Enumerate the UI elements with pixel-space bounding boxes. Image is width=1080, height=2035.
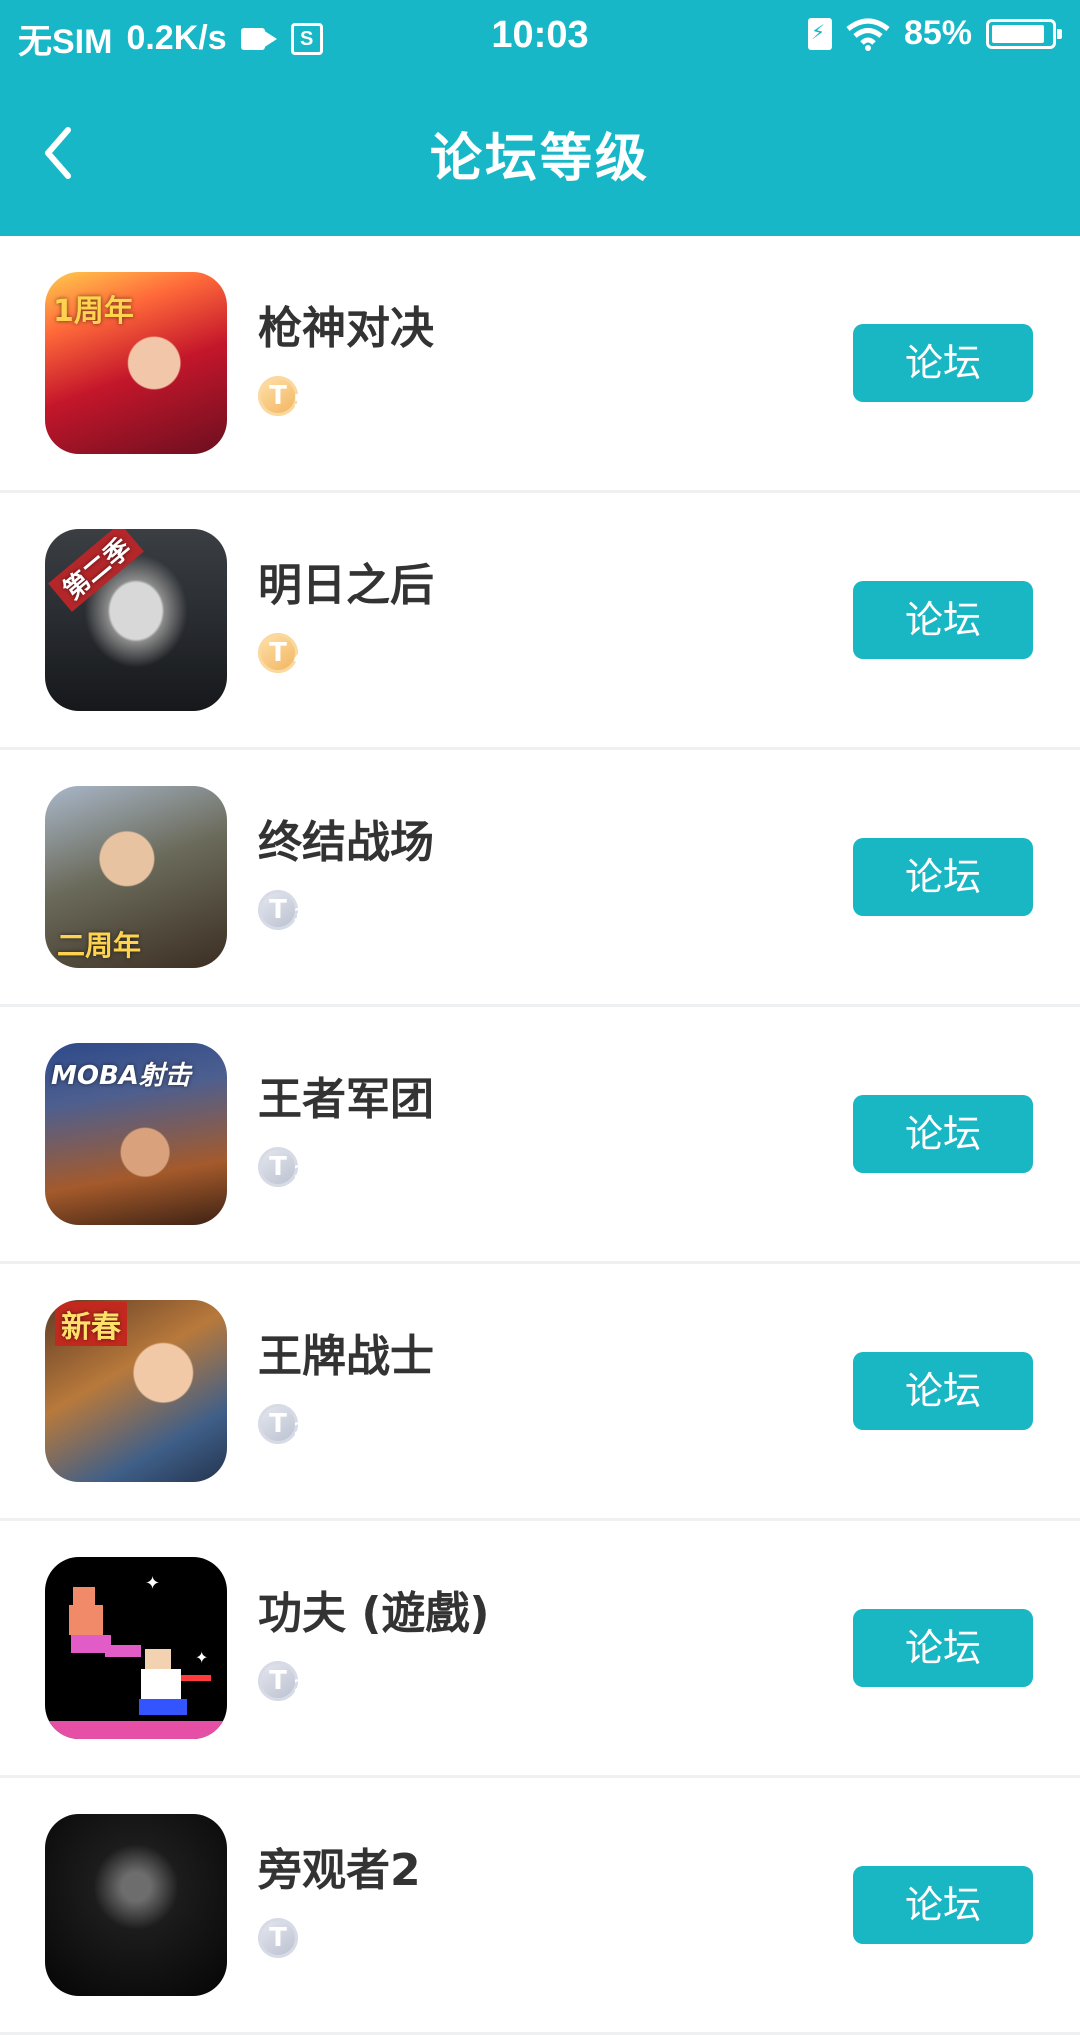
level-badge: T2 [258,1661,306,1701]
forum-button[interactable]: 论坛 [853,581,1033,659]
list-item: MOBA射击 王者军团 T2 论坛 [0,1007,1080,1264]
battery-icon [986,18,1062,49]
page-title: 论坛等级 [429,129,650,189]
battery-percent: 85% [903,14,972,52]
forum-button[interactable]: 论坛 [853,1609,1033,1687]
game-icon[interactable] [45,1814,227,1996]
icon-label: 1周年 [53,294,134,329]
level-badge: T2 [258,1147,306,1187]
list-item: ✦ ✦ 功夫 (遊戲) T2 论坛 [0,1521,1080,1778]
svg-text:✦: ✦ [145,1573,160,1594]
icon-label: 二周年 [57,929,142,962]
game-name: 终结战场 [258,817,434,868]
list-item: 1周年 枪神对决 T5 论坛 [0,236,1080,493]
game-name: 明日之后 [258,560,434,611]
forum-button[interactable]: 论坛 [853,1352,1033,1430]
forum-button[interactable]: 论坛 [853,838,1033,916]
level-badge: T3 [258,890,306,930]
status-bar: 无SIM 0.2K/s S 10:03 85% [0,0,1080,70]
level-badge: T4 [258,633,306,673]
game-icon[interactable]: 第二季 [45,529,227,711]
game-icon[interactable]: 1周年 [45,272,227,454]
list-item: 二周年 终结战场 T3 论坛 [0,750,1080,1007]
forum-button[interactable]: 论坛 [853,1866,1033,1944]
icon-label: MOBA射击 [51,1061,191,1091]
game-name: 功夫 (遊戲) [258,1588,490,1639]
icon-label: 新春 [55,1302,127,1346]
game-name: 王者军团 [258,1074,434,1125]
game-list: 1周年 枪神对决 T5 论坛 第二季 明日之后 T4 论坛 二周年 终结战场 T… [0,236,1080,2035]
wifi-icon [846,17,890,51]
game-icon[interactable]: 新春 [45,1300,227,1482]
kungfu-pixel-icon: ✦ ✦ [45,1573,227,1739]
game-name: 王牌战士 [258,1331,434,1382]
level-badge: T2 [258,1404,306,1444]
app-header: 无SIM 0.2K/s S 10:03 85% [0,0,1080,236]
forum-button[interactable]: 论坛 [853,1095,1033,1173]
svg-text:✦: ✦ [195,1648,208,1667]
level-badge: T [258,1918,298,1958]
game-icon[interactable]: MOBA射击 [45,1043,227,1225]
game-name: 枪神对决 [258,303,434,354]
list-item: 旁观者2 T 论坛 [0,1778,1080,2035]
level-badge: T5 [258,376,306,416]
game-name: 旁观者2 [258,1845,421,1896]
game-icon[interactable]: 二周年 [45,786,227,968]
list-item: 第二季 明日之后 T4 论坛 [0,493,1080,750]
forum-button[interactable]: 论坛 [853,324,1033,402]
game-icon[interactable]: ✦ ✦ [45,1557,227,1739]
icon-label: 第二季 [48,529,144,612]
charging-icon [807,17,832,50]
list-item: 新春 王牌战士 T2 论坛 [0,1264,1080,1521]
